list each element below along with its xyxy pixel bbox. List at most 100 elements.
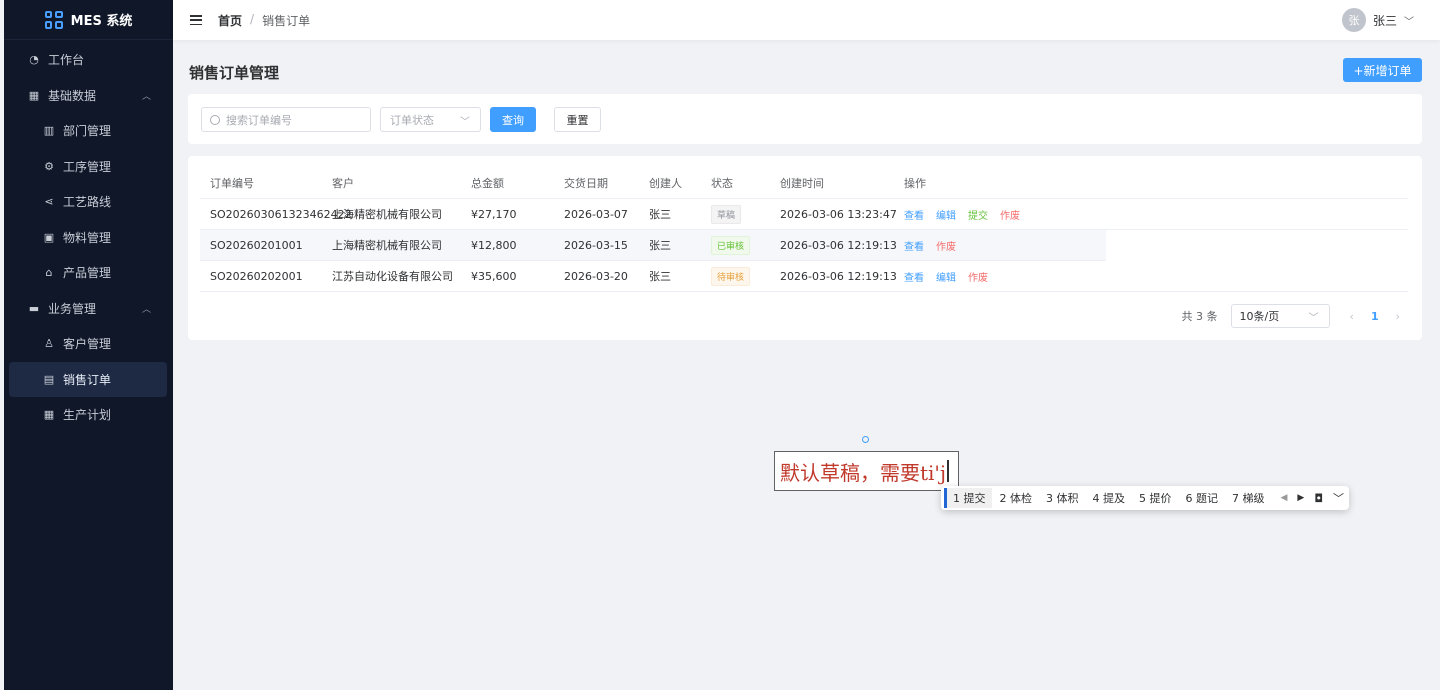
status-select[interactable]: 订单状态 ﹀ [380, 107, 481, 132]
table-header: 订单编号 客户 总金额 交货日期 创建人 状态 创建时间 操作 [200, 168, 1408, 199]
column-header: 操作 [904, 177, 926, 190]
void-link[interactable]: 作废 [936, 238, 956, 253]
ime-composition-text: 默认草稿，需要ti'j [780, 460, 947, 485]
document-icon: ▤ [43, 372, 55, 386]
creator-cell: 张三 [649, 270, 671, 283]
sidebar-item-customer[interactable]: ♙ 客户管理 [4, 326, 173, 362]
sidebar-item-base-data[interactable]: ▦ 基础数据 ︿ [4, 78, 173, 114]
sidebar-menu: ◔ 工作台 ▦ 基础数据 ︿ ▥ 部门管理 ⚙ 工序管理 ⋖ 工艺路线 ▣ 物料管理 ⌂ 产品管… [4, 40, 173, 433]
status-cell: 草稿 [711, 204, 780, 224]
void-link[interactable]: 作废 [1000, 207, 1020, 222]
query-button[interactable]: 查询 [490, 107, 536, 132]
grid-logo-icon [44, 10, 63, 29]
created-cell: 2026-03-06 12:19:13 [780, 238, 897, 252]
text-caret [947, 460, 950, 482]
breadcrumb: 首页 / 销售订单 [218, 12, 310, 29]
sidebar-item-material[interactable]: ▣ 物料管理 [4, 220, 173, 256]
ime-candidate[interactable]: 6 题记 [1180, 488, 1225, 508]
sidebar-item-label: 客户管理 [63, 337, 112, 352]
view-link[interactable]: 查看 [904, 269, 924, 284]
bag-icon: ⌂ [45, 266, 53, 280]
submit-link[interactable]: 提交 [968, 207, 988, 222]
view-link[interactable]: 查看 [904, 238, 924, 253]
orders-table: 订单编号 客户 总金额 交货日期 创建人 状态 创建时间 操作 SO202603… [200, 168, 1408, 292]
dashboard-icon: ◔ [29, 53, 39, 67]
search-input[interactable]: 搜索订单编号 [201, 107, 371, 132]
page-size-select[interactable]: 10条/页 ﹀ [1230, 304, 1330, 328]
sidebar-item-label: 工艺路线 [63, 195, 112, 210]
creator-cell: 张三 [649, 239, 671, 252]
void-link[interactable]: 作废 [968, 269, 988, 284]
edit-link[interactable]: 编辑 [936, 207, 956, 222]
briefcase-icon: ▬ [28, 301, 40, 315]
creator-cell: 张三 [649, 208, 671, 221]
customer-cell: 江苏自动化设备有限公司 [332, 270, 453, 283]
edit-link[interactable]: 编辑 [936, 269, 956, 284]
app-logo[interactable]: MES 系统 [4, 0, 173, 40]
chevron-down-icon: ﹀ [1308, 313, 1319, 324]
view-link[interactable]: 查看 [904, 207, 924, 222]
ime-candidate-bar: 1 提交 2 体检 3 体积 4 提及 5 提价 6 题记 7 梯级 ◀ ▶ ◘… [941, 486, 1349, 510]
ime-composition-box[interactable]: 默认草稿，需要ti'j [774, 451, 959, 491]
page-number[interactable]: 1 [1371, 310, 1379, 323]
sidebar-item-department[interactable]: ▥ 部门管理 [4, 113, 173, 149]
status-cell: 已审核 [711, 235, 780, 255]
ime-emoji-icon[interactable]: ◘ [1314, 492, 1323, 505]
sidebar-item-label: 工作台 [48, 53, 85, 68]
sidebar-item-label: 业务管理 [48, 301, 97, 316]
reset-button[interactable]: 重置 [554, 107, 601, 132]
breadcrumb-current: 销售订单 [262, 13, 311, 28]
sidebar-item-label: 基础数据 [48, 88, 97, 103]
gear-icon: ⚙ [44, 159, 54, 173]
breadcrumb-home[interactable]: 首页 [218, 12, 242, 29]
menu-toggle-icon[interactable] [190, 15, 202, 25]
total-count: 共 3 条 [1181, 310, 1218, 323]
created-cell: 2026-03-06 12:19:13 [780, 269, 897, 283]
ime-indicator-icon [862, 436, 869, 443]
ime-candidate[interactable]: 1 提交 [944, 488, 992, 508]
ime-controls: ◀ ▶ ◘ ﹀ [1281, 490, 1345, 506]
ime-candidate[interactable]: 2 体检 [994, 488, 1039, 508]
status-placeholder: 订单状态 [390, 113, 434, 127]
box-icon: ▣ [43, 230, 55, 244]
ime-prev-icon[interactable]: ◀ [1281, 493, 1288, 503]
status-cell: 待审核 [711, 266, 780, 286]
filter-bar: 搜索订单编号 订单状态 ﹀ 查询 重置 [188, 94, 1422, 144]
ime-candidate[interactable]: 4 提及 [1087, 488, 1132, 508]
grid-icon: ▦ [28, 88, 40, 102]
ime-candidate[interactable]: 3 体积 [1040, 488, 1085, 508]
sidebar: MES 系统 ◔ 工作台 ▦ 基础数据 ︿ ▥ 部门管理 ⚙ 工序管理 ⋖ 工艺路线 ▣ 物料… [4, 0, 173, 690]
status-badge: 草稿 [711, 204, 742, 224]
next-page-icon[interactable]: › [1396, 310, 1400, 323]
ime-candidate[interactable]: 5 提价 [1133, 488, 1178, 508]
sidebar-item-route[interactable]: ⋖ 工艺路线 [4, 184, 173, 220]
building-icon: ▥ [43, 124, 55, 138]
table-row: SO20260201001 上海精密机械有限公司 ¥12,800 2026-03… [200, 230, 1106, 261]
ime-expand-icon[interactable]: ﹀ [1333, 490, 1344, 506]
actions-cell: 查看 编辑 作废 [904, 269, 1104, 284]
ime-candidate[interactable]: 7 梯级 [1226, 488, 1271, 508]
column-header: 状态 [711, 177, 733, 190]
user-menu[interactable]: 张 张三 ﹀ [1341, 8, 1414, 32]
add-order-button[interactable]: +新增订单 [1343, 58, 1422, 82]
logo-text: MES 系统 [70, 14, 133, 29]
delivery-cell: 2026-03-20 [564, 269, 628, 283]
table-row: SO20260202001 江苏自动化设备有限公司 ¥35,600 2026-0… [200, 261, 1408, 292]
page-size-value: 10条/页 [1239, 310, 1280, 323]
delivery-cell: 2026-03-15 [564, 238, 628, 252]
search-icon [210, 114, 220, 125]
status-badge: 已审核 [711, 235, 751, 255]
prev-page-icon[interactable]: ‹ [1350, 310, 1354, 323]
user-icon: ♙ [44, 337, 54, 351]
chevron-up-icon: ︿ [141, 304, 151, 315]
sidebar-item-production-plan[interactable]: ▦ 生产计划 [4, 397, 173, 433]
column-header: 总金额 [471, 177, 504, 190]
sidebar-item-dashboard[interactable]: ◔ 工作台 [4, 42, 173, 78]
sidebar-item-sales-order[interactable]: ▤ 销售订单 [9, 361, 167, 397]
ime-next-icon[interactable]: ▶ [1297, 493, 1304, 503]
chevron-down-icon: ﹀ [1404, 16, 1414, 28]
sidebar-item-process[interactable]: ⚙ 工序管理 [4, 149, 173, 185]
sidebar-item-product[interactable]: ⌂ 产品管理 [4, 255, 173, 291]
sidebar-item-business[interactable]: ▬ 业务管理 ︿ [4, 291, 173, 327]
status-badge: 待审核 [711, 266, 751, 286]
